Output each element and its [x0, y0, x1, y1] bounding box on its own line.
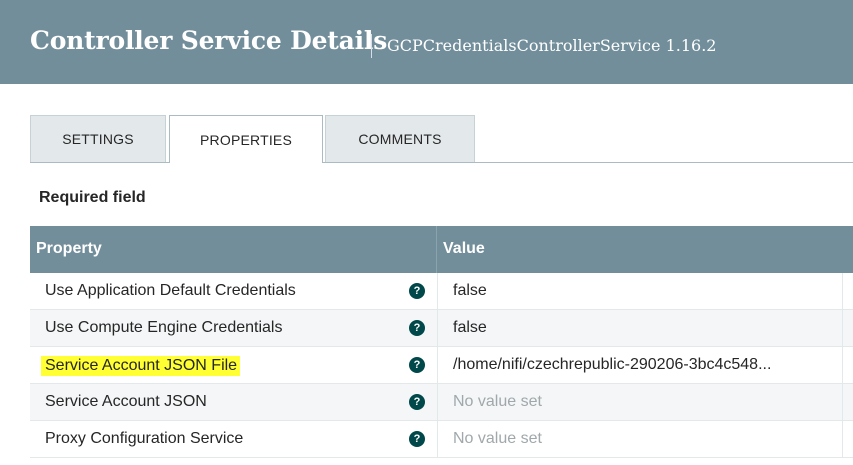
cell-divider: [437, 347, 438, 383]
cell-divider: [437, 384, 438, 420]
property-value[interactable]: false: [453, 282, 487, 300]
table-row[interactable]: Proxy Configuration Service ? No value s…: [30, 421, 853, 458]
column-header-value[interactable]: Value: [443, 240, 485, 258]
property-name: Service Account JSON: [45, 393, 207, 410]
required-field-label: Required field: [39, 189, 146, 206]
tab-comments[interactable]: COMMENTS: [325, 115, 475, 162]
property-value-empty[interactable]: No value set: [453, 393, 542, 411]
cell-divider: [842, 384, 843, 420]
table-row[interactable]: Service Account JSON ? No value set: [30, 384, 853, 421]
property-name: Use Application Default Credentials: [45, 282, 296, 299]
column-divider: [436, 226, 437, 273]
table-row[interactable]: Use Compute Engine Credentials ? false: [30, 310, 853, 347]
cell-divider: [842, 421, 843, 457]
property-name: Service Account JSON File: [41, 356, 241, 376]
cell-divider: [437, 310, 438, 346]
tab-properties[interactable]: PROPERTIES: [169, 115, 323, 163]
question-circle-icon[interactable]: ?: [409, 431, 425, 447]
table-row[interactable]: Service Account JSON File ? /home/nifi/c…: [30, 347, 853, 384]
cell-divider: [842, 310, 843, 346]
title-divider: [371, 34, 372, 58]
cell-divider: [437, 421, 438, 457]
cell-divider: [842, 273, 843, 309]
dialog-title: Controller Service Details: [30, 26, 388, 55]
cell-divider: [842, 347, 843, 383]
table-header: Property Value: [30, 226, 853, 273]
property-name: Proxy Configuration Service: [45, 430, 244, 447]
property-value-empty[interactable]: No value set: [453, 430, 542, 448]
question-circle-icon[interactable]: ?: [409, 320, 425, 336]
table-row[interactable]: Use Application Default Credentials ? fa…: [30, 273, 853, 310]
cell-divider: [437, 273, 438, 309]
property-value[interactable]: false: [453, 319, 487, 337]
service-type-label: GCPCredentialsControllerService 1.16.2: [387, 36, 717, 55]
question-circle-icon[interactable]: ?: [409, 283, 425, 299]
question-circle-icon[interactable]: ?: [409, 357, 425, 373]
tabs-divider: [30, 162, 853, 163]
column-header-property[interactable]: Property: [36, 240, 102, 258]
dialog-header: Controller Service Details GCPCredential…: [0, 0, 853, 84]
property-name: Use Compute Engine Credentials: [45, 319, 283, 336]
tab-settings[interactable]: SETTINGS: [30, 115, 166, 162]
property-value[interactable]: /home/nifi/czechrepublic-290206-3bc4c548…: [453, 356, 771, 374]
question-circle-icon[interactable]: ?: [409, 394, 425, 410]
properties-table: Property Value Use Application Default C…: [30, 226, 853, 458]
